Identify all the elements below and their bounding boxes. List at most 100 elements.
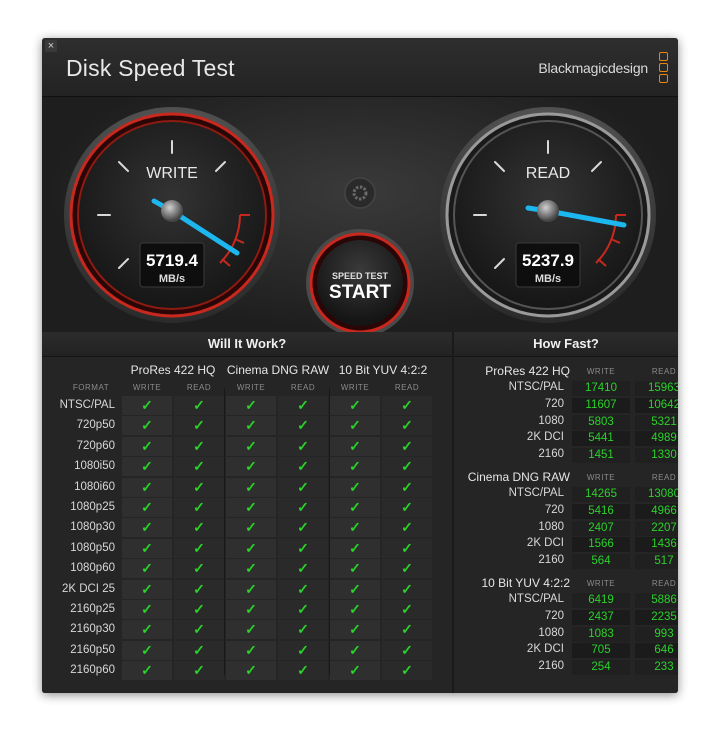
how-fast-write-label: WRITE: [586, 473, 616, 482]
check-icon: ✓: [174, 416, 224, 436]
check-icon: ✓: [122, 640, 172, 660]
check-icon: ✓: [226, 416, 276, 436]
format-row-label: 1080p50: [70, 541, 115, 554]
will-it-work-col-label: WRITE: [236, 383, 266, 392]
check-icon: ✓: [382, 600, 432, 619]
how-fast-section: How Fast? ProRes 422 HQ WRITE READ NTSC/PAL…: [454, 332, 678, 693]
check-icon: ✓: [382, 538, 432, 558]
check-icon: ✓: [122, 457, 172, 477]
how-fast-write-label: WRITE: [586, 367, 616, 376]
how-fast-group-label: 10 Bit YUV 4:2:2: [481, 576, 571, 590]
will-it-work-col-label: READ: [394, 383, 420, 392]
check-icon: ✓: [174, 600, 224, 619]
will-it-work-col-label: READ: [186, 383, 212, 392]
will-it-work-col-label: READ: [290, 383, 316, 392]
check-icon: ✓: [122, 477, 172, 497]
check-icon: ✓: [382, 396, 432, 415]
read-unit: MB/s: [535, 273, 561, 285]
write-speed-value: 5416: [572, 503, 630, 519]
format-row-label: 2160p30: [70, 623, 115, 636]
format-row-label: NTSC/PAL: [59, 399, 115, 411]
format-label: FORMAT: [72, 383, 110, 392]
check-icon: ✓: [226, 538, 276, 558]
check-icon: ✓: [330, 661, 380, 681]
check-icon: ✓: [122, 620, 172, 640]
gear-icon[interactable]: [344, 177, 376, 209]
format-row-label: 2160p50: [70, 643, 115, 656]
check-icon: ✓: [382, 436, 432, 456]
app-title: Disk Speed Test: [66, 55, 235, 81]
how-fast-read-label: READ: [651, 473, 677, 482]
how-fast-row-label: 2K DCI: [526, 431, 564, 444]
check-icon: ✓: [226, 396, 276, 415]
check-icon: ✓: [382, 661, 432, 681]
format-row-label: 1080i60: [74, 480, 115, 493]
will-it-work-title: Will It Work?: [42, 332, 452, 357]
check-icon: ✓: [226, 498, 276, 517]
check-icon: ✓: [122, 518, 172, 538]
check-icon: ✓: [330, 477, 380, 497]
read-gauge-label: READ: [526, 165, 570, 182]
check-icon: ✓: [226, 579, 276, 599]
read-hub: [537, 200, 559, 222]
check-icon: ✓: [278, 600, 328, 619]
check-icon: ✓: [174, 396, 224, 415]
format-row-label: 1080p30: [70, 521, 115, 534]
write-gauge-label: WRITE: [146, 165, 198, 182]
check-icon: ✓: [278, 640, 328, 660]
write-speed-value: 705: [572, 643, 630, 659]
check-icon: ✓: [382, 477, 432, 497]
how-fast-write-label: WRITE: [586, 579, 616, 588]
how-fast-row-label: 2160: [538, 554, 564, 567]
read-speed-value: 10642: [635, 397, 678, 413]
check-icon: ✓: [174, 436, 224, 456]
check-icon: ✓: [174, 559, 224, 579]
how-fast-row-label: 1080: [538, 520, 564, 533]
check-icon: ✓: [278, 538, 328, 558]
check-icon: ✓: [122, 559, 172, 579]
format-row-label: 720p60: [76, 439, 115, 452]
check-icon: ✓: [278, 518, 328, 538]
group-divider: [224, 388, 225, 675]
format-row-label: 1080i50: [74, 460, 115, 473]
read-speed-value: 2207: [635, 520, 678, 536]
check-icon: ✓: [330, 416, 380, 436]
blackmagic-logo-icon: [659, 52, 668, 84]
format-row-label: 2160p60: [70, 664, 115, 677]
write-speed-value: 1083: [572, 626, 630, 642]
check-icon: ✓: [330, 498, 380, 517]
write-speed-value: 5441: [572, 431, 630, 447]
check-icon: ✓: [122, 498, 172, 517]
speed-test-start-button[interactable]: SPEED TEST START: [304, 227, 416, 339]
check-icon: ✓: [330, 518, 380, 538]
check-icon: ✓: [382, 498, 432, 517]
check-icon: ✓: [330, 457, 380, 477]
will-it-work-group-label: 10 Bit YUV 4:2:2: [338, 363, 428, 377]
check-icon: ✓: [122, 396, 172, 415]
check-icon: ✓: [330, 436, 380, 456]
how-fast-row-label: 720: [544, 397, 564, 410]
check-icon: ✓: [278, 661, 328, 681]
how-fast-title: How Fast?: [454, 332, 678, 357]
write-speed-value: 6419: [572, 593, 630, 608]
check-icon: ✓: [330, 579, 380, 599]
how-fast-group-label: ProRes 422 HQ: [485, 364, 570, 378]
will-it-work-group-label: Cinema DNG RAW: [226, 363, 330, 377]
check-icon: ✓: [174, 640, 224, 660]
read-speed-value: 4966: [635, 503, 678, 519]
brand-name: Blackmagicdesign: [538, 60, 648, 76]
check-icon: ✓: [382, 518, 432, 538]
close-icon[interactable]: ×: [45, 40, 57, 52]
check-icon: ✓: [330, 538, 380, 558]
how-fast-row-label: NTSC/PAL: [508, 593, 564, 605]
check-icon: ✓: [226, 661, 276, 681]
check-icon: ✓: [122, 538, 172, 558]
check-icon: ✓: [382, 457, 432, 477]
will-it-work-col-label: WRITE: [132, 383, 162, 392]
write-speed-value: 5803: [572, 414, 630, 430]
read-value: 5237.9: [522, 251, 574, 270]
read-speed-value: 517: [635, 554, 678, 570]
check-icon: ✓: [382, 579, 432, 599]
gauge-panel: WRITE 5719.4 MB/s SPEED TEST START READ …: [42, 97, 678, 337]
check-icon: ✓: [330, 559, 380, 579]
